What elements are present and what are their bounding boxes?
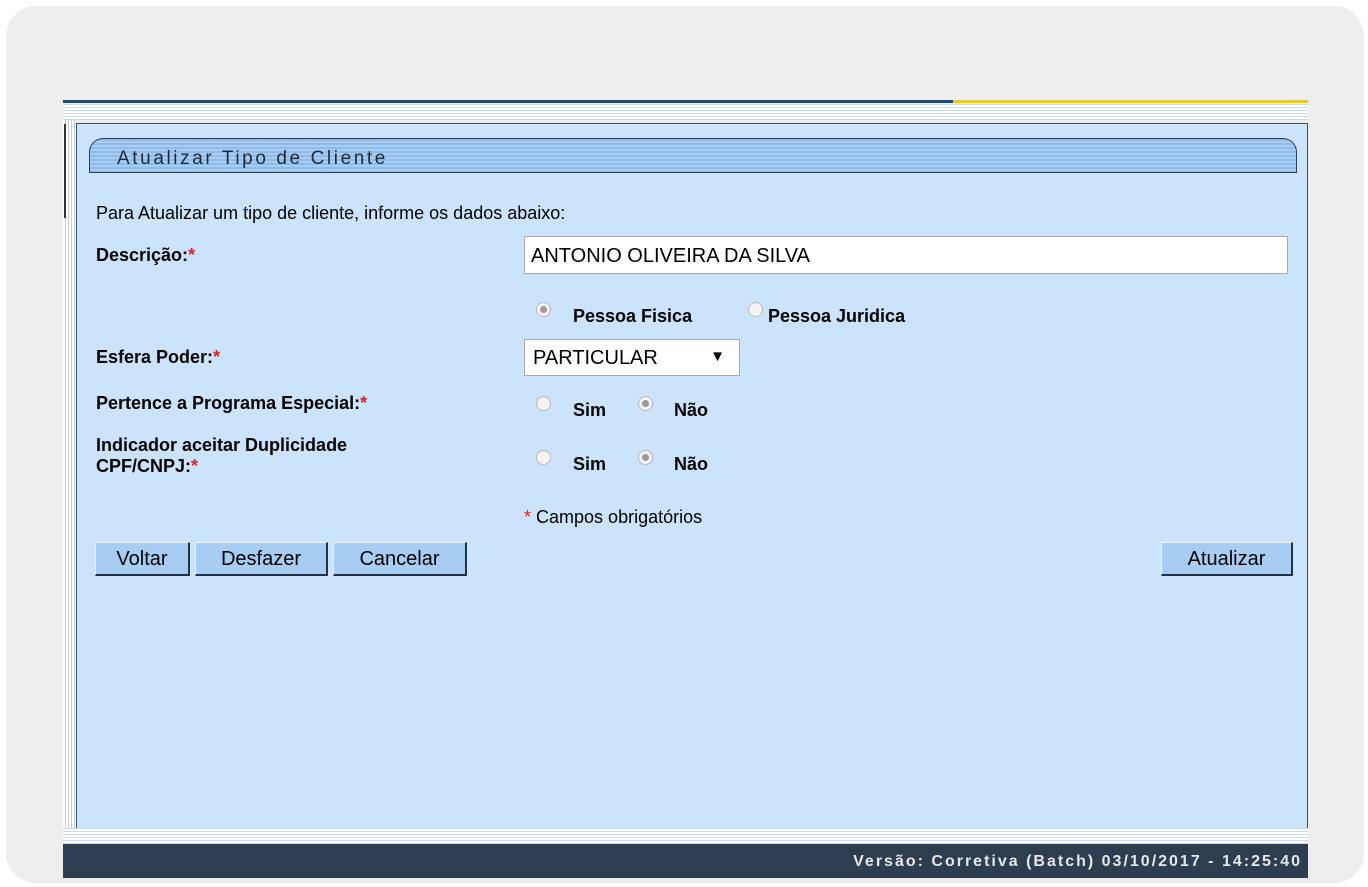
footer-bar: Versão: Corretiva (Batch) 03/10/2017 - 1… (63, 844, 1308, 878)
bottom-stripes (63, 828, 1308, 844)
duplicidade-nao-radio[interactable] (638, 450, 653, 465)
programa-sim-radio[interactable] (536, 396, 551, 411)
pessoa-juridica-radio[interactable] (748, 302, 763, 317)
left-bracket (64, 124, 70, 218)
descricao-label: Descrição:* (96, 245, 196, 265)
left-stripes (63, 120, 76, 830)
pessoa-fisica-label: Pessoa Fisica (573, 306, 693, 326)
programa-especial-label: Pertence a Programa Especial:* (96, 393, 368, 413)
instruction-text: Para Atualizar um tipo de cliente, infor… (96, 203, 566, 223)
duplicidade-label: Indicador aceitar Duplicidade CPF/CNPJ:* (96, 435, 348, 476)
form-panel: Atualizar Tipo de Cliente Para Atualizar… (76, 123, 1308, 829)
top-divider (63, 100, 1308, 103)
top-stripes (63, 104, 1308, 120)
esfera-poder-label: Esfera Poder:* (96, 347, 221, 367)
required-note: * Campos obrigatórios (524, 507, 703, 527)
panel-title-bar: Atualizar Tipo de Cliente (89, 138, 1297, 173)
duplicidade-nao-label: Não (674, 454, 709, 474)
page-title: Atualizar Tipo de Cliente (117, 148, 388, 169)
descricao-input[interactable]: ANTONIO OLIVEIRA DA SILVA (524, 236, 1288, 274)
esfera-poder-value: PARTICULAR (533, 347, 658, 369)
pessoa-juridica-label: Pessoa Juridica (768, 306, 906, 326)
pessoa-fisica-radio[interactable] (536, 302, 551, 317)
desfazer-button[interactable]: Desfazer (195, 542, 328, 576)
programa-nao-radio[interactable] (638, 396, 653, 411)
window-frame: Atualizar Tipo de Cliente Para Atualizar… (6, 6, 1364, 883)
duplicidade-sim-radio[interactable] (536, 450, 551, 465)
duplicidade-sim-label: Sim (573, 454, 607, 474)
cancelar-button[interactable]: Cancelar (333, 542, 467, 576)
atualizar-button[interactable]: Atualizar (1161, 542, 1293, 576)
voltar-button[interactable]: Voltar (95, 542, 190, 576)
programa-sim-label: Sim (573, 400, 607, 420)
esfera-poder-select[interactable]: PARTICULAR ▼ (524, 339, 740, 376)
version-text: Versão: Corretiva (Batch) 03/10/2017 - 1… (853, 853, 1302, 870)
chevron-down-icon: ▼ (710, 348, 725, 365)
programa-nao-label: Não (674, 400, 709, 420)
